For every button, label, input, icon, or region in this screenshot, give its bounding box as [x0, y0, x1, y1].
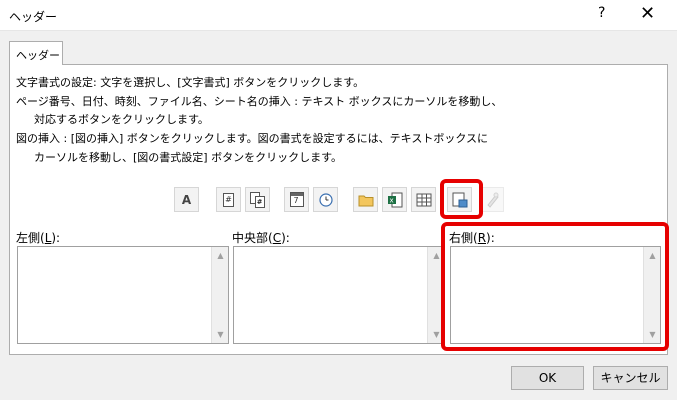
instruction-line: 対応するボタンをクリックします。 — [34, 113, 209, 126]
instruction-line: ページ番号、日付、時刻、ファイル名、シート名の挿入 : テキスト ボックスにカー… — [16, 95, 503, 108]
calendar-icon: 7 — [289, 192, 304, 207]
format-text-icon: A — [181, 192, 192, 207]
highlight-right-section — [441, 222, 669, 351]
center-section-input[interactable] — [234, 247, 427, 343]
instruction-line: 文字書式の設定: 文字を選択し、[文字書式] ボタンをクリックします。 — [16, 76, 365, 89]
page-number-icon: # — [223, 192, 234, 207]
dialog-title: ヘッダー — [9, 10, 58, 24]
center-section-label: 中央部(C): — [232, 231, 290, 245]
insert-page-number-button[interactable]: # — [216, 187, 241, 212]
instruction-line: 図の挿入 : [図の挿入] ボタンをクリックします。図の書式を設定するには、テキ… — [16, 132, 489, 145]
clock-icon — [318, 192, 333, 207]
sheet-icon — [416, 193, 431, 206]
help-button[interactable]: ? — [598, 5, 605, 21]
insert-sheet-name-button[interactable] — [411, 187, 436, 212]
folder-icon — [358, 195, 373, 206]
format-text-button[interactable]: A — [174, 187, 199, 212]
title-bar: ヘッダー ? ✕ — [0, 0, 677, 31]
left-section-input[interactable] — [18, 247, 211, 343]
close-button[interactable]: ✕ — [640, 3, 655, 24]
left-section-label: 左側(L): — [16, 231, 61, 245]
insert-page-count-button[interactable]: # — [245, 187, 270, 212]
page-count-icon: # — [249, 191, 266, 208]
left-section-textbox[interactable]: ▲ ▼ — [17, 246, 229, 344]
center-section-textbox[interactable]: ▲ ▼ — [233, 246, 445, 344]
insert-file-path-button[interactable] — [353, 187, 378, 212]
format-picture-icon — [486, 192, 499, 208]
insert-date-button[interactable]: 7 — [284, 187, 309, 212]
scroll-up-icon[interactable]: ▲ — [212, 247, 229, 264]
tab-header-label: ヘッダー — [16, 49, 60, 62]
cancel-button[interactable]: キャンセル — [593, 366, 668, 390]
insert-file-name-button[interactable]: x — [382, 187, 407, 212]
highlight-insert-picture — [440, 179, 483, 219]
ok-button[interactable]: OK — [511, 366, 584, 390]
left-section-scrollbar[interactable]: ▲ ▼ — [211, 247, 228, 343]
instruction-line: カーソルを移動し、[図の書式設定] ボタンをクリックします。 — [34, 151, 342, 164]
svg-text:x: x — [389, 196, 393, 204]
scroll-down-icon[interactable]: ▼ — [212, 326, 229, 343]
excel-file-icon: x — [387, 192, 402, 207]
insert-time-button[interactable] — [313, 187, 338, 212]
tab-header[interactable]: ヘッダー — [9, 41, 63, 65]
